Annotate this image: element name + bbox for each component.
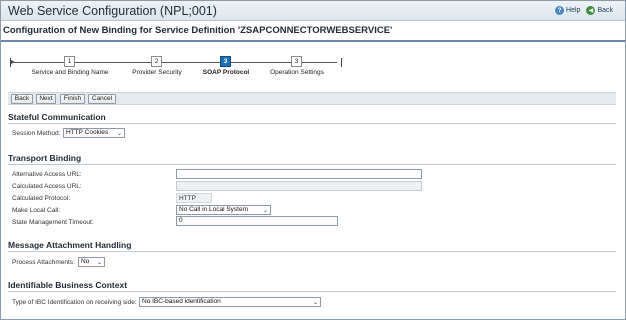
back-arrow-icon: ◀ — [586, 6, 596, 15]
chevron-down-icon: ⌄ — [116, 131, 122, 137]
ibc-value: No IBC-based identification — [142, 298, 221, 305]
finish-button[interactable]: Finish — [60, 94, 85, 104]
calc-protocol-label: Calculated Protocol: — [12, 195, 71, 202]
ibc-label: Type of IBC Identification on receiving … — [12, 299, 137, 306]
stateful-divider — [8, 123, 616, 124]
title-divider — [1, 40, 625, 42]
session-method-label: Session Method: — [12, 130, 61, 137]
process-attachments-select[interactable]: No ⌄ — [78, 257, 105, 267]
timeout-input[interactable]: 0 — [176, 216, 338, 226]
back-link-label: Back — [597, 7, 613, 14]
help-link[interactable]: ? Help — [555, 6, 580, 15]
help-icon: ? — [555, 6, 565, 15]
alt-url-label: Alternative Access URL: — [12, 171, 82, 178]
timeout-label: State Management Timeout: — [12, 219, 94, 226]
help-label: Help — [566, 7, 581, 14]
cancel-button[interactable]: Cancel — [88, 94, 116, 104]
roadmap-step-4-label[interactable]: Operation Settings — [270, 69, 324, 76]
page-title: Configuration of New Binding for Service… — [3, 25, 393, 36]
ibc-select[interactable]: No IBC-based identification ⌄ — [139, 297, 321, 307]
attachments-heading: Message Attachment Handling — [8, 240, 132, 250]
roadmap-step-4[interactable]: 3 — [291, 56, 302, 67]
back-button[interactable]: Back — [11, 94, 33, 104]
roadmap-step-3[interactable]: 3 — [220, 56, 231, 67]
business-context-divider — [8, 291, 616, 292]
roadmap-line — [14, 62, 337, 63]
chevron-down-icon: ⌄ — [96, 260, 102, 266]
alt-url-input[interactable] — [176, 169, 422, 179]
chevron-down-icon: ⌄ — [262, 208, 268, 214]
roadmap-step-1[interactable]: 1 — [64, 56, 75, 67]
business-context-heading: Identifiable Business Context — [8, 280, 128, 290]
roadmap-end-icon — [337, 58, 342, 67]
local-call-select[interactable]: No Call in Local System ⌄ — [176, 205, 271, 215]
session-method-value: HTTP Cookies — [66, 129, 109, 136]
calc-protocol-value: HTTP — [176, 193, 212, 203]
transport-heading: Transport Binding — [8, 153, 82, 163]
back-link[interactable]: ◀ Back — [586, 6, 613, 15]
title-bar: Web Service Configuration (NPL;001) ? He… — [1, 1, 625, 21]
roadmap-step-3-label[interactable]: SOAP Protocol — [203, 69, 249, 76]
next-button[interactable]: Next — [36, 94, 56, 104]
local-call-value: No Call in Local System — [179, 206, 248, 213]
window-frame — [0, 0, 626, 320]
process-attachments-value: No — [81, 258, 90, 265]
calc-url-field — [176, 181, 422, 191]
stateful-heading: Stateful Communication — [8, 112, 106, 122]
local-call-label: Make Local Call: — [12, 207, 61, 214]
transport-divider — [8, 164, 616, 165]
wizard-toolbar: Back Next Finish Cancel — [8, 92, 616, 105]
process-attachments-label: Process Attachments: — [12, 259, 75, 266]
roadmap-step-2-label[interactable]: Provider Security — [132, 69, 182, 76]
roadmap-step-2[interactable]: 2 — [151, 56, 162, 67]
top-links: ? Help ◀ Back — [555, 6, 613, 15]
wizard-roadmap: 1 Service and Binding Name 2 Provider Se… — [0, 50, 626, 80]
chevron-down-icon: ⌄ — [312, 300, 318, 306]
roadmap-step-1-label[interactable]: Service and Binding Name — [32, 69, 109, 76]
session-method-select[interactable]: HTTP Cookies ⌄ — [63, 128, 125, 138]
window-title: Web Service Configuration (NPL;001) — [8, 4, 217, 18]
calc-url-label: Calculated Access URL: — [12, 183, 82, 190]
attachments-divider — [8, 251, 616, 252]
